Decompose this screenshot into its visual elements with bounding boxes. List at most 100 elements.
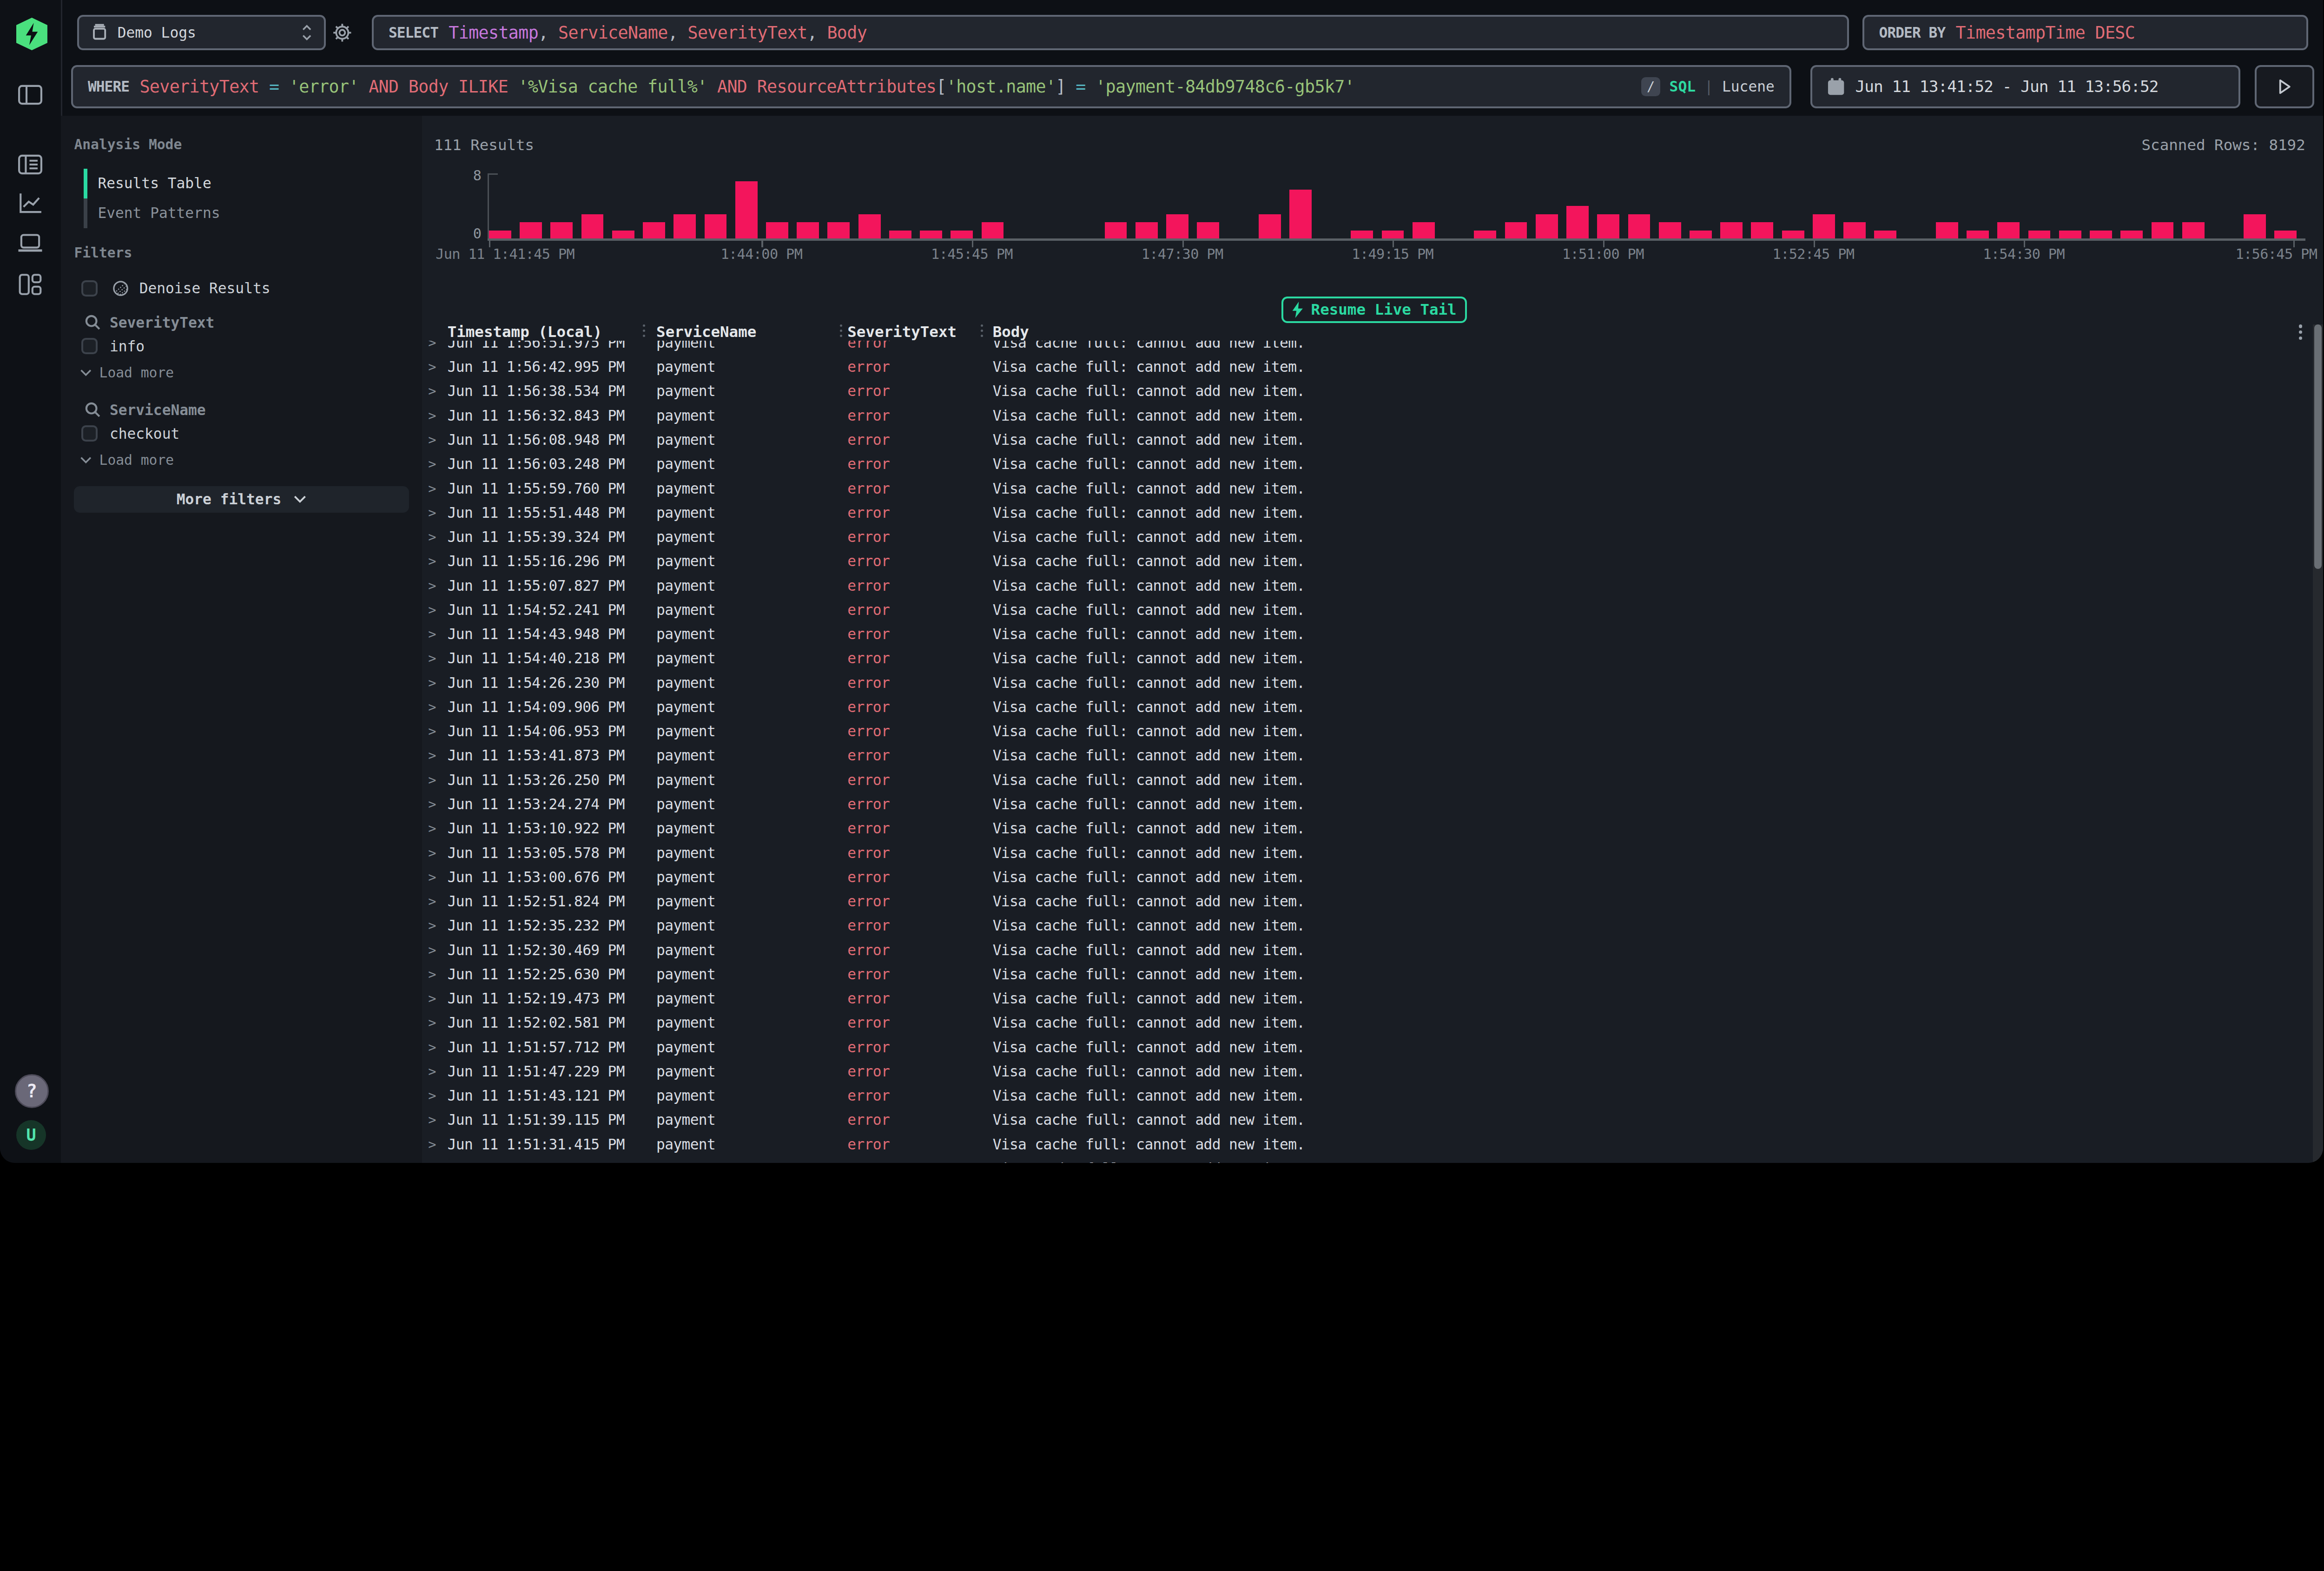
language-lucene[interactable]: Lucene (1722, 78, 1775, 95)
where-query-input[interactable]: WHERE SeverityText = 'error' AND Body IL… (71, 65, 1791, 108)
histogram-bar[interactable] (1536, 173, 1566, 238)
table-row[interactable]: >Jun 11 1:55:16.296 PMpaymenterrorVisa c… (422, 549, 2311, 573)
row-expand-icon[interactable]: > (428, 747, 436, 763)
table-row[interactable]: >Jun 11 1:51:57.712 PMpaymenterrorVisa c… (422, 1035, 2311, 1059)
table-row[interactable]: >Jun 11 1:56:32.843 PMpaymenterrorVisa c… (422, 403, 2311, 428)
table-row[interactable]: >Jun 11 1:54:09.906 PMpaymenterrorVisa c… (422, 695, 2311, 719)
row-expand-icon[interactable]: > (428, 723, 436, 739)
filter-option-info[interactable]: info (81, 338, 145, 355)
histogram-bar[interactable] (1259, 173, 1289, 238)
select-query-input[interactable]: SELECT Timestamp, ServiceName, SeverityT… (372, 15, 1849, 51)
row-expand-icon[interactable]: > (428, 408, 436, 423)
histogram-bar[interactable] (1136, 173, 1166, 238)
row-expand-icon[interactable]: > (428, 1136, 436, 1152)
denoise-checkbox[interactable] (81, 280, 98, 297)
table-row[interactable]: >Jun 11 1:56:08.948 PMpaymenterrorVisa c… (422, 428, 2311, 452)
row-expand-icon[interactable]: > (428, 456, 436, 472)
denoise-row[interactable]: Denoise Results (81, 280, 270, 297)
dashboards-icon[interactable] (19, 273, 42, 296)
table-row[interactable]: >Jun 11 1:53:24.274 PMpaymenterrorVisa c… (422, 792, 2311, 816)
table-row[interactable]: >Jun 11 1:51:39.115 PMpaymenterrorVisa c… (422, 1108, 2311, 1132)
histogram-bar[interactable] (2274, 173, 2305, 238)
search-logs-icon[interactable] (18, 154, 43, 175)
histogram-bar[interactable] (1751, 173, 1782, 238)
row-expand-icon[interactable]: > (428, 893, 436, 909)
user-avatar[interactable]: U (16, 1120, 46, 1150)
histogram-bar[interactable] (1905, 173, 1936, 238)
histogram-bar[interactable] (1474, 173, 1505, 238)
row-expand-icon[interactable]: > (428, 481, 436, 496)
table-row[interactable]: >Jun 11 1:53:10.922 PMpaymenterrorVisa c… (422, 816, 2311, 840)
row-expand-icon[interactable]: > (428, 918, 436, 933)
table-scrollbar[interactable] (2313, 324, 2323, 1163)
histogram-bar[interactable] (1843, 173, 1874, 238)
histogram-bar[interactable] (889, 173, 920, 238)
histogram-bar[interactable] (2059, 173, 2090, 238)
histogram-bar[interactable] (1197, 173, 1228, 238)
row-expand-icon[interactable]: > (428, 820, 436, 836)
more-filters-button[interactable]: More filters (74, 486, 409, 513)
col-severitytext[interactable]: SeverityText (847, 323, 957, 341)
table-row[interactable]: >Jun 11 1:54:40.218 PMpaymenterrorVisa c… (422, 646, 2311, 670)
histogram-bar[interactable] (1874, 173, 1905, 238)
histogram-bar[interactable] (1320, 173, 1351, 238)
table-row[interactable]: >Jun 11 1:52:51.824 PMpaymenterrorVisa c… (422, 889, 2311, 913)
table-row[interactable]: >Jun 11 1:52:30.469 PMpaymenterrorVisa c… (422, 937, 2311, 962)
filter-checkbox[interactable] (81, 338, 98, 354)
source-selector[interactable]: Demo Logs (77, 15, 326, 51)
table-row[interactable]: >Jun 11 1:54:43.948 PMpaymenterrorVisa c… (422, 622, 2311, 646)
histogram-bar[interactable] (858, 173, 889, 238)
histogram-bar[interactable] (1289, 173, 1320, 238)
column-resize-handle[interactable] (981, 324, 983, 337)
histogram-bar[interactable] (1074, 173, 1104, 238)
histogram-bar[interactable] (581, 173, 612, 238)
row-expand-icon[interactable]: > (428, 529, 436, 545)
load-more-servicename[interactable]: Load more (80, 452, 174, 468)
row-expand-icon[interactable]: > (428, 966, 436, 982)
filter-option-checkout[interactable]: checkout (81, 425, 179, 442)
histogram-bar[interactable] (612, 173, 643, 238)
histogram-bar[interactable] (489, 173, 520, 238)
histogram-bar[interactable] (797, 173, 827, 238)
time-range-picker[interactable]: Jun 11 13:41:52 - Jun 11 13:56:52 (1810, 65, 2240, 108)
table-row[interactable]: >Jun 11 1:54:52.241 PMpaymenterrorVisa c… (422, 598, 2311, 622)
histogram-bar[interactable] (2244, 173, 2274, 238)
histogram-bar[interactable] (1967, 173, 1997, 238)
row-expand-icon[interactable]: > (428, 383, 436, 399)
histogram-bar[interactable] (1997, 173, 2028, 238)
load-more-severitytext[interactable]: Load more (80, 364, 174, 381)
histogram-bar[interactable] (735, 173, 766, 238)
histogram-bar[interactable] (520, 173, 550, 238)
table-row[interactable]: >Jun 11 1:51:22.457 PMpaymenterrorVisa c… (422, 1156, 2311, 1163)
histogram-bar[interactable] (2028, 173, 2059, 238)
table-row[interactable]: >Jun 11 1:56:42.995 PMpaymenterrorVisa c… (422, 355, 2311, 379)
row-expand-icon[interactable]: > (428, 626, 436, 642)
row-expand-icon[interactable]: > (428, 432, 436, 448)
sidebar-toggle-icon[interactable] (18, 85, 43, 106)
table-row[interactable]: >Jun 11 1:55:51.448 PMpaymenterrorVisa c… (422, 501, 2311, 525)
row-expand-icon[interactable]: > (428, 1112, 436, 1128)
row-expand-icon[interactable]: > (428, 772, 436, 788)
histogram-bar[interactable] (1043, 173, 1074, 238)
histogram-bar[interactable] (2182, 173, 2213, 238)
histogram-bar[interactable] (766, 173, 797, 238)
row-expand-icon[interactable]: > (428, 505, 436, 521)
table-row[interactable]: >Jun 11 1:56:38.534 PMpaymenterrorVisa c… (422, 379, 2311, 403)
table-row[interactable]: >Jun 11 1:54:26.230 PMpaymenterrorVisa c… (422, 671, 2311, 695)
histogram-bar[interactable] (951, 173, 981, 238)
table-row[interactable]: >Jun 11 1:53:41.873 PMpaymenterrorVisa c… (422, 743, 2311, 767)
histogram-bar[interactable] (2120, 173, 2151, 238)
histogram-bar[interactable] (1597, 173, 1628, 238)
resume-live-tail-button[interactable]: Resume Live Tail (1281, 297, 1466, 323)
row-expand-icon[interactable]: > (428, 1015, 436, 1030)
table-row[interactable]: >Jun 11 1:51:47.229 PMpaymenterrorVisa c… (422, 1059, 2311, 1083)
row-expand-icon[interactable]: > (428, 578, 436, 594)
order-by-input[interactable]: ORDER BY TimestampTime DESC (1862, 15, 2308, 51)
table-row[interactable]: >Jun 11 1:56:03.248 PMpaymenterrorVisa c… (422, 452, 2311, 476)
histogram-bar[interactable] (1813, 173, 1843, 238)
table-row[interactable]: >Jun 11 1:55:39.324 PMpaymenterrorVisa c… (422, 525, 2311, 549)
row-expand-icon[interactable]: > (428, 942, 436, 958)
histogram-bar[interactable] (1566, 173, 1597, 238)
histogram-bar[interactable] (643, 173, 673, 238)
histogram-bar[interactable] (2090, 173, 2120, 238)
